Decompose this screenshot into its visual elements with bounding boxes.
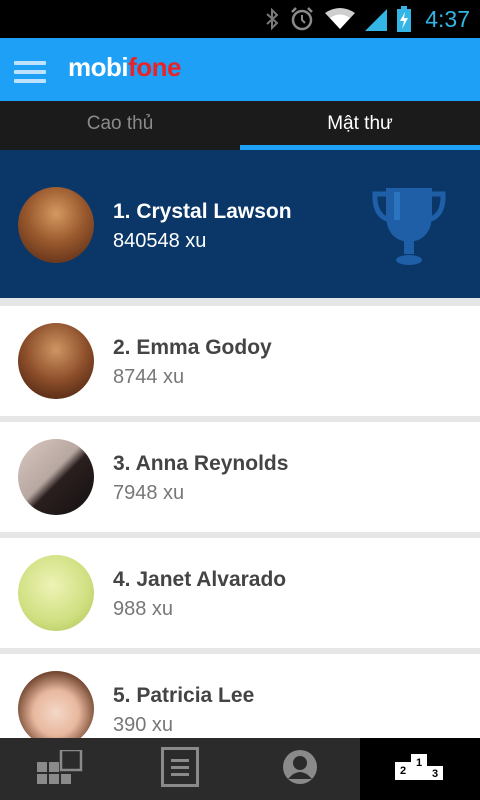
tab-mat-thu[interactable]: Mật thư [240,101,480,150]
document-list-icon [161,746,199,792]
bottom-navigation: 1 2 3 [0,738,480,800]
leaderboard-item-rank-4[interactable]: 4. Janet Alvarado 988 xu [0,538,480,648]
player-score: 8744 xu [113,366,185,388]
avatar [18,671,94,738]
app-header: mobifone [0,38,480,101]
player-name: 3. Anna Reynolds [113,452,289,475]
wifi-icon [325,7,356,31]
podium-label-1: 1 [416,757,422,769]
nav-ranking-button[interactable]: 1 2 3 [360,738,480,800]
avatar [18,323,94,399]
profile-icon [282,749,318,790]
player-score: 390 xu [113,714,174,736]
leaderboard-item-rank-1[interactable]: 1. Crystal Lawson 840548 xu [0,150,480,298]
podium-icon: 1 2 3 [395,752,445,787]
status-icons: 4:37 [265,0,470,38]
leaderboard-item-rank-3[interactable]: 3. Anna Reynolds 7948 xu [0,422,480,532]
tab-bar: Cao thủ Mật thư [0,101,480,150]
hamburger-menu-icon[interactable] [14,61,46,83]
mobifone-logo: mobifone [68,52,181,83]
bluetooth-icon [265,7,279,31]
podium-label-2: 2 [400,765,406,777]
status-bar: 4:37 [0,0,480,38]
clock-time: 4:37 [425,5,470,32]
leaderboard-list[interactable]: 1. Crystal Lawson 840548 xu 2. Emma Godo… [0,150,480,738]
nav-tiles-button[interactable] [0,738,120,800]
battery-charging-icon [397,6,412,32]
player-name: 5. Patricia Lee [113,684,255,707]
nav-list-button[interactable] [120,738,240,800]
player-score: 840548 xu [113,230,207,252]
tiles-icon [37,748,83,789]
player-name: 1. Crystal Lawson [113,200,292,223]
player-name: 2. Emma Godoy [113,336,272,359]
leaderboard-item-rank-2[interactable]: 2. Emma Godoy 8744 xu [0,306,480,416]
leaderboard-item-rank-5[interactable]: 5. Patricia Lee 390 xu [0,654,480,738]
player-score: 7948 xu [113,482,185,504]
logo-text-mobi: mobi [68,52,129,82]
avatar [18,555,94,631]
avatar [18,439,94,515]
avatar [18,187,94,263]
trophy-icon [372,184,446,275]
nav-profile-button[interactable] [240,738,360,800]
tab-cao-thu[interactable]: Cao thủ [0,101,240,150]
player-score: 988 xu [113,598,174,620]
player-name: 4. Janet Alvarado [113,568,287,591]
alarm-icon [289,6,315,32]
logo-text-fone: fone [128,52,181,82]
signal-icon [365,7,388,31]
podium-label-3: 3 [432,768,438,780]
